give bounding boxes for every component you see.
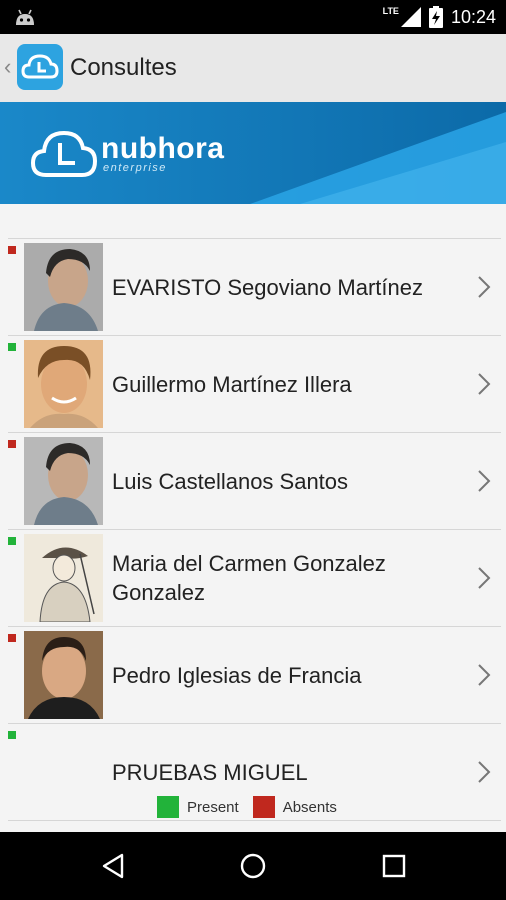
chevron-right-icon [478,470,491,492]
present-label: Present [187,798,239,816]
chevron-right-icon [478,664,491,686]
status-indicator [8,537,16,545]
navigation-bar [0,832,506,900]
brand-name: nubhora [101,132,225,165]
chevron-right-icon [478,276,491,298]
android-icon [16,9,34,25]
absent-swatch [252,796,275,818]
employee-photo [24,340,103,428]
legend-absent: Absents [252,796,337,818]
clock: 10:24 [450,6,496,27]
brand-subtitle: enterprise [103,162,167,174]
action-bar: ‹ Consultes [0,34,506,102]
status-indicator [8,246,16,254]
network-type: LTE [382,6,399,16]
status-indicator [8,343,16,351]
employee-list: EVARISTO Segoviano Martínez Guillermo Ma… [8,238,501,821]
employee-name: Maria del Carmen Gonzalez Gonzalez [112,551,386,605]
list-item[interactable]: EVARISTO Segoviano Martínez [8,239,501,336]
nav-home-icon[interactable] [239,852,267,880]
employee-photo [24,534,103,622]
employee-photo [24,243,103,331]
employee-name: Guillermo Martínez Illera [112,371,352,397]
list-item[interactable]: Maria del Carmen Gonzalez Gonzalez [8,530,501,627]
list-item[interactable]: Luis Castellanos Santos [8,433,501,530]
battery-icon [428,6,443,28]
employee-photo [24,437,103,525]
list-item[interactable]: Pedro Iglesias de Francia [8,627,501,724]
app-logo-icon[interactable] [17,44,63,90]
employee-photo [24,631,103,719]
page-title: Consultes [70,54,177,81]
status-indicator [8,440,16,448]
back-arrow-icon[interactable]: ‹ [4,56,14,78]
legend-present: Present [157,796,239,818]
chevron-right-icon [478,761,491,783]
nubhora-logo-icon [30,130,98,177]
employee-name: EVARISTO Segoviano Martínez [112,274,423,300]
nav-back-icon[interactable] [100,852,128,880]
chevron-right-icon [478,373,491,395]
employee-name: Pedro Iglesias de Francia [112,662,362,688]
present-swatch [157,796,179,818]
absent-label: Absents [282,798,337,816]
employee-list-container: EVARISTO Segoviano Martínez Guillermo Ma… [0,204,506,832]
list-item[interactable]: Guillermo Martínez Illera [8,336,501,433]
status-indicator [8,634,16,642]
status-bar: LTE 10:24 [0,0,506,34]
status-indicator [8,731,16,739]
nav-recents-icon[interactable] [380,852,408,880]
legend: Present Absents [157,796,351,818]
signal-icon [400,7,421,27]
brand-banner: nubhora enterprise [0,102,506,204]
chevron-right-icon [478,567,491,589]
employee-name: Luis Castellanos Santos [112,468,349,494]
